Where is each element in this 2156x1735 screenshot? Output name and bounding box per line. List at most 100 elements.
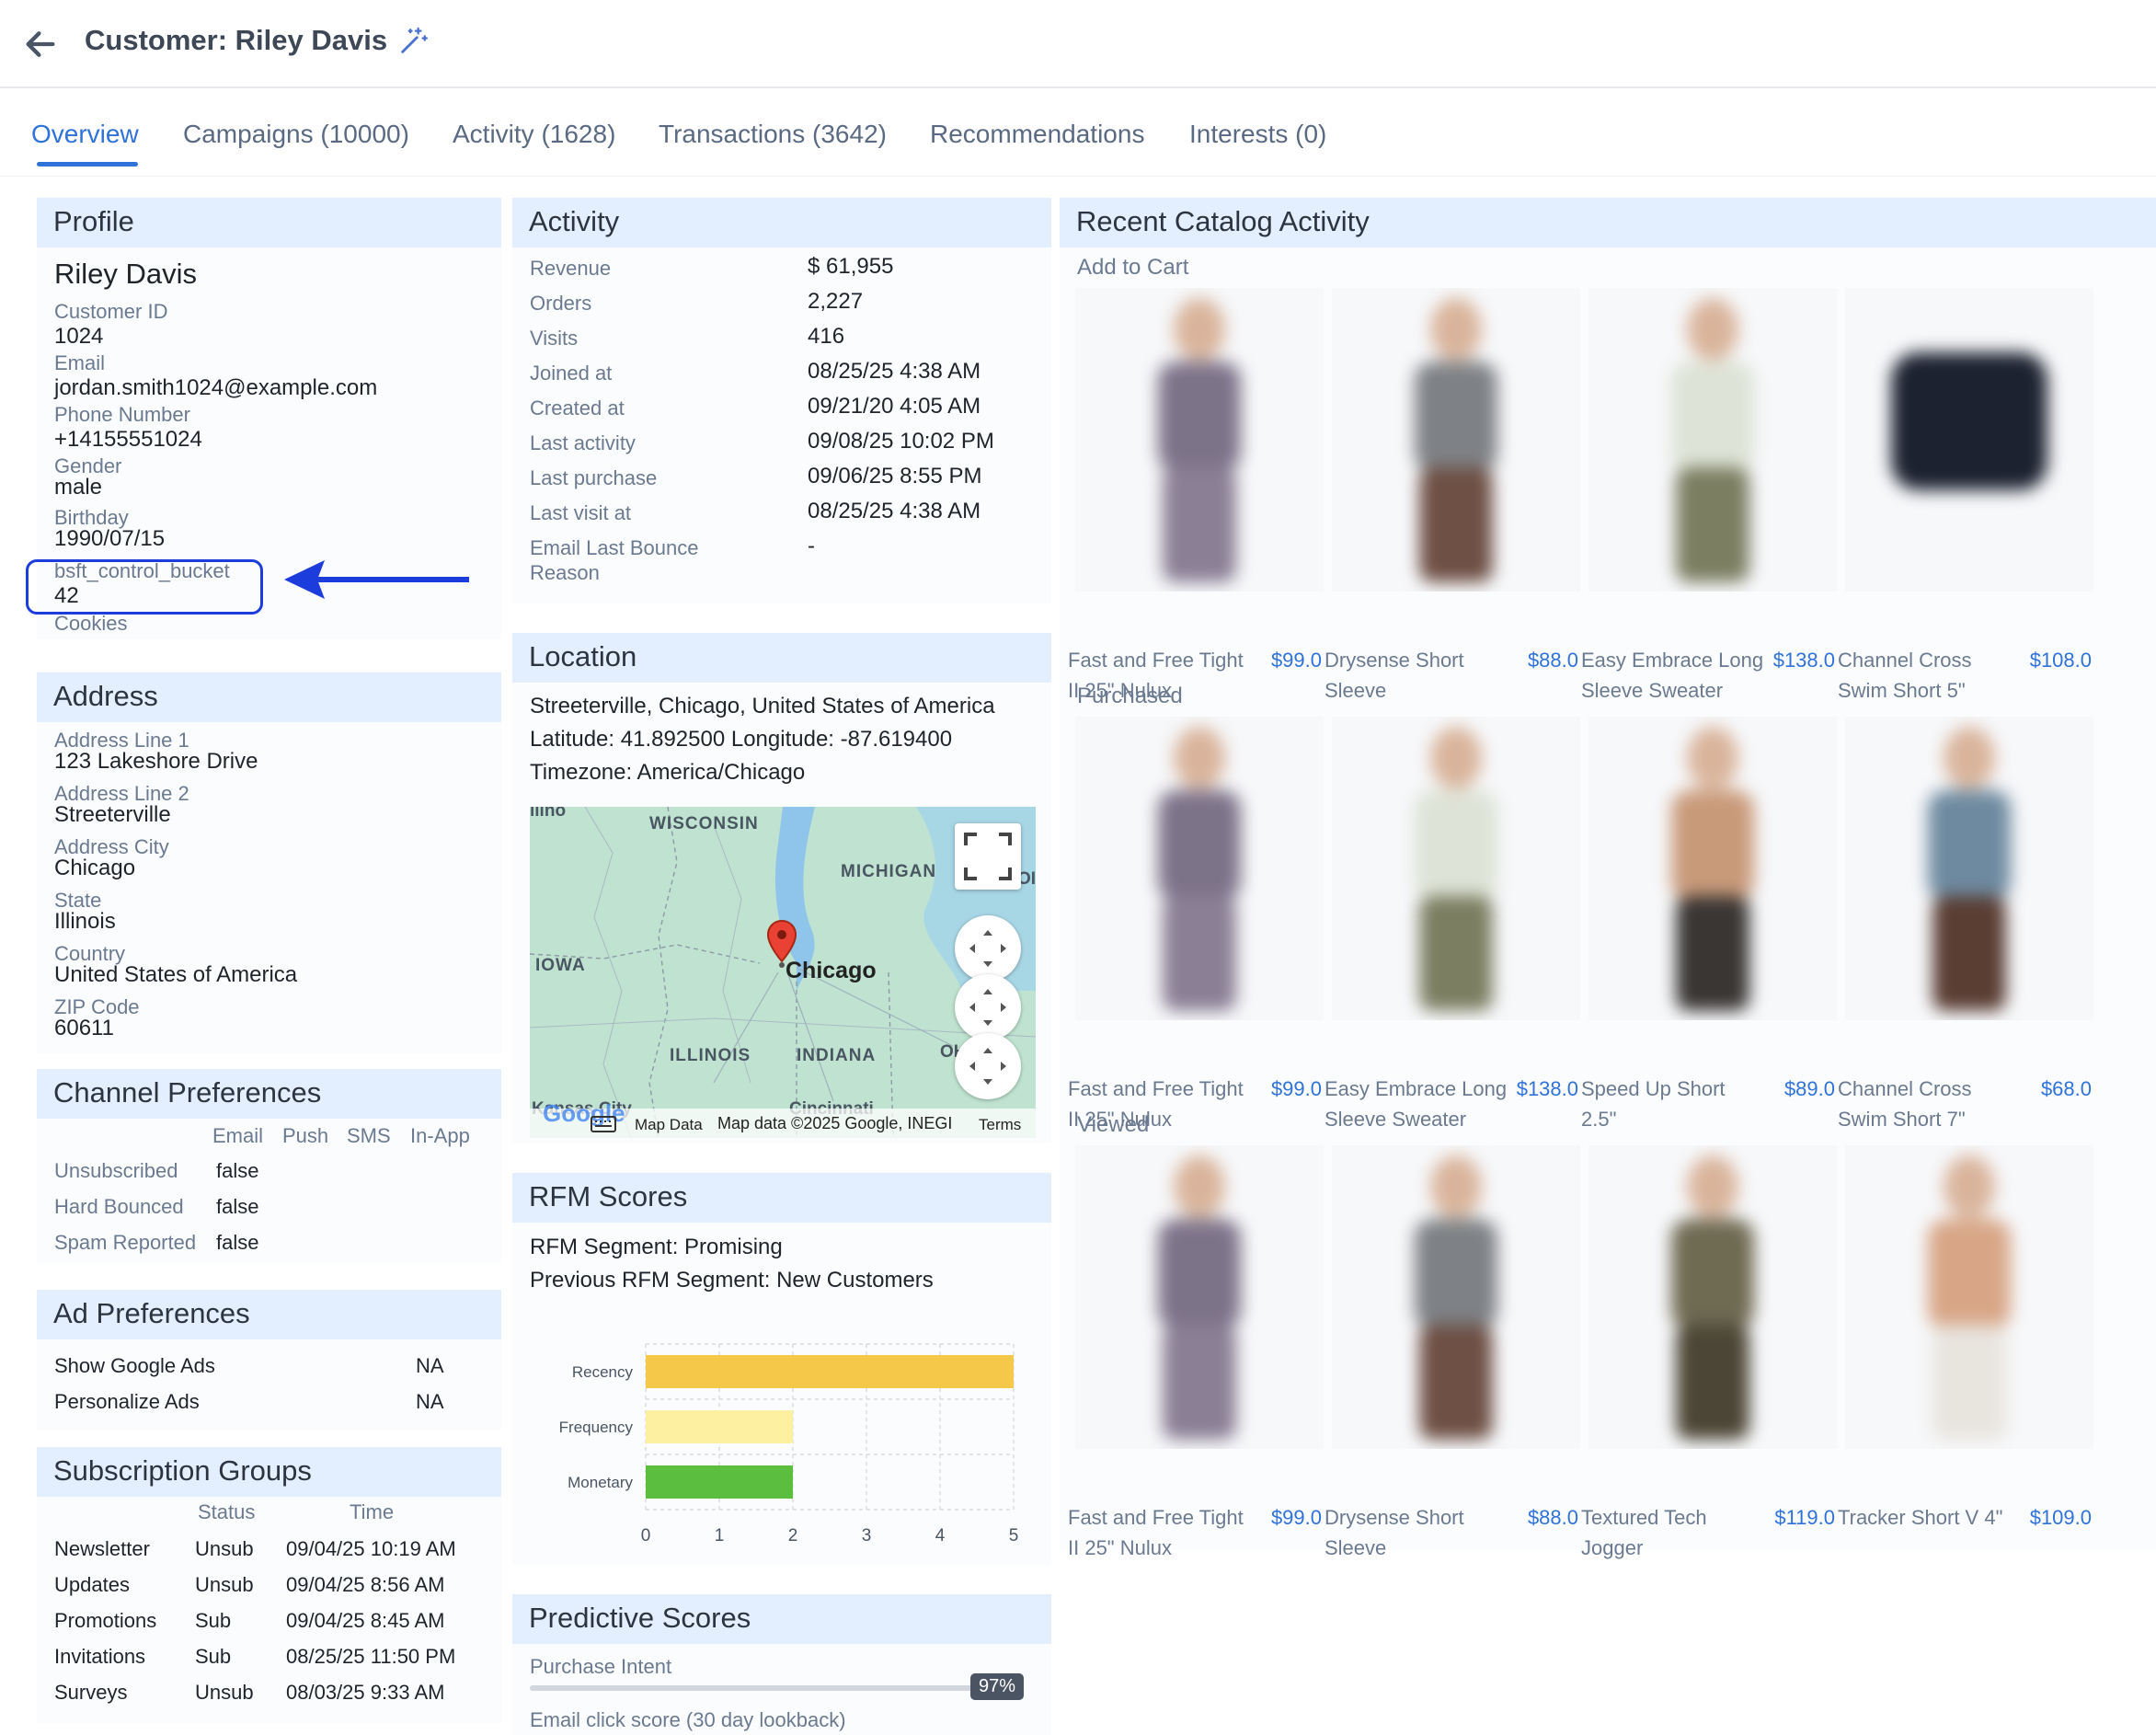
rfm-bar — [646, 1355, 1014, 1388]
rfm-title: RFM Scores — [512, 1173, 1051, 1223]
purchase-intent-badge: 97% — [970, 1673, 1025, 1700]
product-image — [1158, 727, 1241, 1011]
product-thumbnail[interactable] — [1075, 717, 1324, 1020]
product-thumbnail[interactable] — [1588, 1145, 1837, 1449]
predictive-scores-title: Predictive Scores — [512, 1594, 1051, 1644]
field-value: 123 Lakeshore Drive — [54, 749, 258, 774]
product-thumbnail[interactable] — [1588, 717, 1837, 1020]
page-header: Customer: Riley Davis — [0, 0, 2156, 88]
activity-value: $ 61,955 — [808, 254, 894, 279]
product-name[interactable]: Speed Up Short 2.5" — [1581, 1074, 1765, 1134]
field-value: Illinois — [54, 909, 116, 934]
product-name[interactable]: Drysense Short Sleeve — [1325, 1502, 1508, 1563]
product-name[interactable]: Channel Cross Swim Short 5" — [1838, 645, 2022, 706]
map-pan-button[interactable] — [955, 915, 1021, 982]
product-name[interactable]: Textured Tech Jogger — [1581, 1502, 1765, 1563]
product-name[interactable]: Tracker Short V 4" — [1838, 1502, 2022, 1533]
product-name[interactable]: Easy Embrace Long Sleeve Sweater — [1581, 645, 1765, 706]
tab-campaigns[interactable]: Campaigns (10000) — [183, 120, 409, 149]
product-thumbnail[interactable] — [1332, 288, 1580, 592]
row-value: false — [216, 1159, 259, 1182]
catalog-panel: Recent Catalog Activity Add to Cart Fast … — [1060, 198, 2156, 1559]
map-tilt-button[interactable] — [955, 1033, 1021, 1099]
product-image — [1415, 298, 1497, 582]
keyboard-icon[interactable] — [591, 1116, 616, 1132]
category-label: Frequency — [559, 1419, 634, 1436]
map-data-link[interactable]: Map Data — [635, 1116, 703, 1134]
tab-recommendations[interactable]: Recommendations — [930, 120, 1144, 149]
tab-activity[interactable]: Activity (1628) — [453, 120, 615, 149]
purchase-intent-track — [530, 1685, 1023, 1691]
subscription-groups-panel: Subscription Groups Status Time Newslett… — [37, 1447, 501, 1723]
purchase-intent-fill — [530, 1685, 1008, 1691]
subscription-time: 09/04/25 10:19 AM — [286, 1537, 456, 1560]
subscription-time: 08/03/25 9:33 AM — [286, 1681, 445, 1704]
back-arrow-icon[interactable] — [22, 26, 59, 63]
activity-label: Joined at — [530, 362, 613, 385]
product-thumbnail[interactable] — [1332, 717, 1580, 1020]
tab-overview[interactable]: Overview — [31, 120, 139, 149]
product-thumbnail[interactable] — [1075, 288, 1324, 592]
column-header-inapp: In-App — [410, 1124, 470, 1147]
product-thumbnail[interactable] — [1075, 1145, 1324, 1449]
row-value: false — [216, 1231, 259, 1254]
product-thumbnail[interactable] — [1332, 1145, 1580, 1449]
activity-label: Last visit at — [530, 501, 632, 524]
product-thumbnail[interactable] — [1845, 717, 2093, 1020]
pan-arrows-icon — [969, 930, 1006, 967]
cookies-label: Cookies — [54, 612, 128, 635]
product-price: $99.0 — [1270, 1506, 1322, 1529]
row-label: Unsubscribed — [54, 1159, 178, 1182]
row-label: Spam Reported — [54, 1231, 197, 1254]
product-image — [1891, 352, 2047, 490]
category-label: Monetary — [568, 1474, 633, 1491]
location-place: Streeterville, Chicago, United States of… — [530, 694, 995, 718]
catalog-title: Recent Catalog Activity — [1060, 198, 2156, 247]
product-thumbnail[interactable] — [1845, 288, 2093, 592]
tab-interests[interactable]: Interests (0) — [1189, 120, 1326, 149]
column-header-sms: SMS — [347, 1124, 391, 1147]
subscription-status: Unsub — [195, 1537, 254, 1560]
activity-label: Last purchase — [530, 466, 658, 489]
address-title: Address — [37, 672, 501, 722]
product-name[interactable]: Fast and Free Tight II 25" Nulux — [1068, 1502, 1252, 1563]
location-map[interactable]: WISCONSIN MICHIGAN IOWA Chicago ILLINOIS… — [530, 807, 1036, 1138]
product-price: $89.0 — [1783, 1077, 1835, 1100]
map-label-michigan: MICHIGAN — [841, 862, 937, 881]
product-name[interactable]: Channel Cross Swim Short 7" — [1838, 1074, 2022, 1134]
map-zoom-button[interactable] — [955, 974, 1021, 1040]
product-image — [1928, 727, 2011, 1011]
map-terms-link[interactable]: Terms — [979, 1116, 1021, 1134]
fullscreen-button[interactable] — [955, 823, 1021, 890]
row-value: NA — [416, 1390, 444, 1413]
map-label-chicago: Chicago — [786, 958, 877, 983]
highlight-box — [26, 559, 263, 615]
subscription-status: Sub — [195, 1645, 232, 1668]
address-panel: Address Address Line 1 123 Lakeshore Dri… — [37, 672, 501, 1053]
magic-wand-icon[interactable] — [397, 26, 429, 57]
activity-value: 08/25/25 4:38 AM — [808, 359, 981, 384]
subscription-status: Unsub — [195, 1573, 254, 1596]
product-thumbnail[interactable] — [1588, 288, 1837, 592]
activity-value: 09/21/20 4:05 AM — [808, 394, 981, 419]
map-pin-icon[interactable] — [765, 919, 798, 969]
product-image — [1415, 727, 1497, 1011]
subscription-name: Invitations — [54, 1645, 146, 1668]
tick-label: 2 — [788, 1526, 798, 1545]
subscription-name: Surveys — [54, 1681, 128, 1704]
activity-label: Email Last Bounce — [530, 536, 699, 559]
activity-value: 416 — [808, 324, 845, 349]
activity-title: Activity — [512, 198, 1051, 247]
tab-transactions[interactable]: Transactions (3642) — [659, 120, 887, 149]
column-header-status: Status — [198, 1500, 256, 1523]
subscription-name: Promotions — [54, 1609, 157, 1632]
product-name[interactable]: Drysense Short Sleeve — [1325, 645, 1508, 706]
product-thumbnail[interactable] — [1845, 1145, 2093, 1449]
product-name[interactable]: Easy Embrace Long Sleeve Sweater — [1325, 1074, 1508, 1134]
rfm-bar — [646, 1465, 793, 1499]
product-price: $99.0 — [1270, 649, 1322, 672]
pan-arrows-icon — [969, 989, 1006, 1026]
catalog-section-label: Viewed — [1077, 1112, 1150, 1137]
bounce-reason-label: Reason — [530, 561, 600, 584]
product-image — [1671, 298, 1754, 582]
